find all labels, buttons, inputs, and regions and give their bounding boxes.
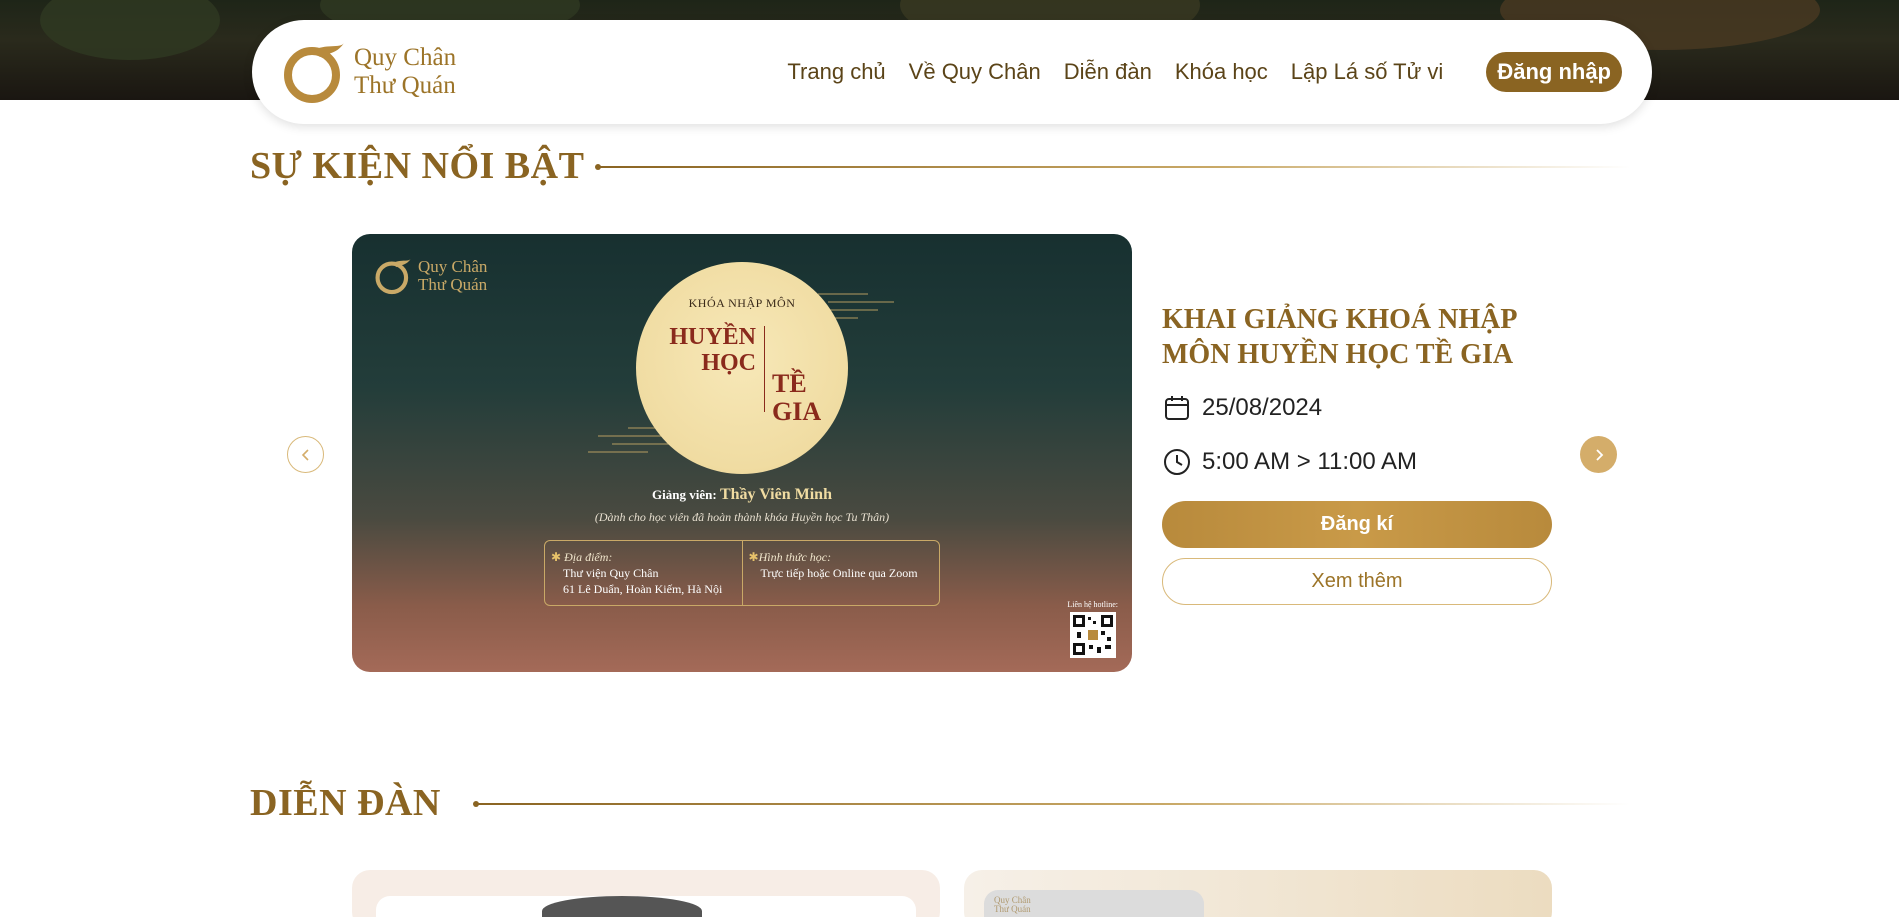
nav-item-about[interactable]: Về Quy Chân [909, 59, 1041, 85]
featured-section-divider [595, 164, 1630, 170]
moon-graphic: KHÓA NHẬP MÔN HUYỀN HỌC TỀ GIA [636, 262, 848, 474]
forum-card-logo: Quy Chân Thư Quán [994, 896, 1031, 914]
main-nav: Trang chủ Về Quy Chân Diễn đàn Khóa học … [787, 52, 1622, 92]
event-time: 5:00 AM > 11:00 AM [1162, 447, 1417, 477]
forum-card-logo-line2: Thư Quán [994, 904, 1031, 914]
nav-item-forum[interactable]: Diễn đàn [1064, 59, 1152, 85]
carousel-next-button[interactable] [1580, 436, 1617, 473]
banner-format: ✱Hình thức học: Trực tiếp hoặc Online qu… [741, 541, 940, 605]
brand-logo[interactable]: Quy Chân Thư Quán [282, 39, 456, 105]
calendar-icon [1165, 396, 1189, 420]
forum-section-divider [473, 801, 1630, 807]
banner-title-right-1: TỀ [772, 369, 807, 398]
top-navbar: Quy Chân Thư Quán Trang chủ Về Quy Chân … [252, 20, 1652, 124]
event-title[interactable]: KHAI GIẢNG KHOÁ NHẬP MÔN HUYỀN HỌC TỀ GI… [1162, 302, 1562, 372]
banner-location-label: Địa điểm: [564, 550, 613, 564]
banner-format-label: Hình thức học: [758, 550, 832, 564]
forum-section-title: DIỄN ĐÀN [250, 782, 441, 824]
banner-title-left-1: HUYỀN [669, 324, 756, 350]
banner-hotline-label: Liên hệ hotline: [1067, 600, 1118, 609]
register-button[interactable]: Đăng kí [1162, 501, 1552, 548]
qr-code-icon [1070, 612, 1116, 658]
brand-name-line2: Thư Quán [354, 72, 456, 99]
banner-note: (Dành cho học viên đã hoàn thành khóa Hu… [594, 510, 890, 524]
banner-teacher-name: Thầy Viên Minh [719, 486, 832, 503]
banner-title-left-2: HỌC [701, 350, 756, 376]
banner-location-line2: 61 Lê Duẩn, Hoàn Kiếm, Hà Nội [563, 582, 723, 596]
nav-item-home[interactable]: Trang chủ [787, 59, 885, 85]
event-banner-image[interactable]: Quy Chân Thư Quán KHÓA NHẬP MÔN HUYỀN HỌ… [352, 234, 1132, 672]
chevron-right-icon [1595, 448, 1603, 461]
banner-location-line1: Thư viện Quy Chân [563, 566, 659, 580]
event-time-value: 5:00 AM > 11:00 AM [1202, 448, 1418, 475]
logo-mark-icon [284, 43, 344, 103]
forum-card[interactable]: Quy Chân Thư Quán [964, 870, 1552, 917]
see-more-button[interactable]: Xem thêm [1162, 558, 1552, 605]
logo-mark-icon [375, 258, 411, 295]
banner-title-left: HUYỀN HỌC [646, 324, 756, 376]
brand-name: Quy Chân Thư Quán [354, 44, 456, 100]
brand-name-line1: Quy Chân [354, 44, 457, 71]
banner-title-right: TỀ GIA [772, 370, 821, 426]
banner-title-right-2: GIA [772, 397, 822, 426]
banner-logo-line1: Quy Chân [418, 257, 488, 276]
carousel-prev-button[interactable] [287, 436, 324, 473]
clock-icon [1164, 449, 1190, 475]
banner-info-box: ✱ Địa điểm: Thư viện Quy Chân 61 Lê Duẩn… [544, 540, 940, 606]
banner-logo-line2: Thư Quán [418, 275, 488, 294]
banner-logo: Quy Chân Thư Quán [374, 256, 487, 296]
banner-teacher: Giảng viên: Thầy Viên Minh [352, 486, 1132, 504]
banner-subtitle: KHÓA NHẬP MÔN [688, 296, 796, 310]
banner-location: ✱ Địa điểm: Thư viện Quy Chân 61 Lê Duẩn… [545, 541, 742, 605]
chevron-left-icon [301, 448, 309, 461]
banner-teacher-label: Giảng viên: [652, 487, 717, 502]
nav-item-courses[interactable]: Khóa học [1175, 59, 1268, 85]
forum-card[interactable] [352, 870, 940, 917]
login-button[interactable]: Đăng nhập [1486, 52, 1622, 92]
banner-format-value: Trực tiếp hoặc Online qua Zoom [760, 566, 918, 580]
event-date: 25/08/2024 [1162, 393, 1322, 423]
banner-title-divider [764, 326, 765, 412]
featured-section-title: SỰ KIỆN NỔI BẬT [250, 145, 585, 187]
star-icon: ✱ [551, 550, 562, 564]
event-date-value: 25/08/2024 [1202, 394, 1323, 421]
star-icon: ✱ [748, 550, 759, 564]
nav-item-horoscope[interactable]: Lập Lá số Tử vi [1291, 59, 1444, 85]
